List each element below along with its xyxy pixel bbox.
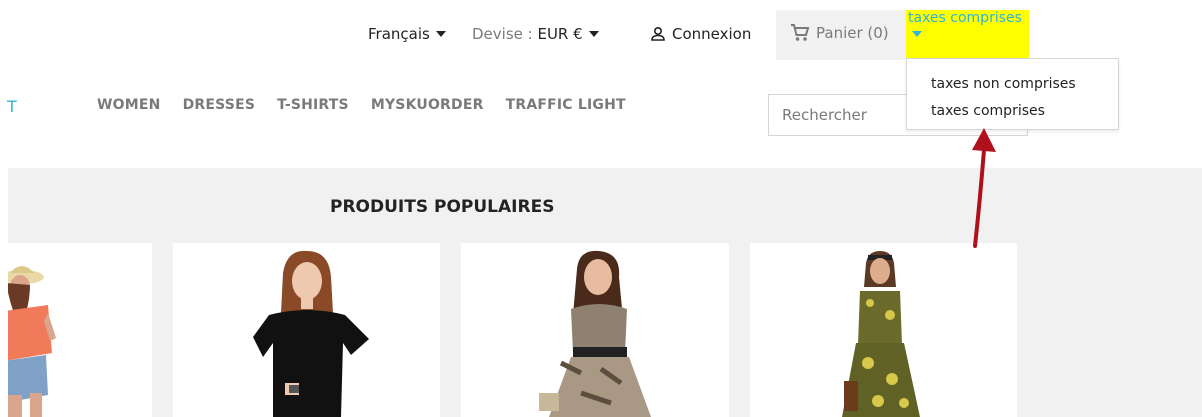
menu-item-traffic-light[interactable]: TRAFFIC LIGHT [506, 97, 626, 113]
product-card[interactable] [8, 243, 152, 417]
chevron-down-icon [435, 30, 446, 37]
tax-selected-label: taxes comprises [908, 10, 1022, 26]
menu-item-women[interactable]: WOMEN [97, 97, 161, 113]
login-link[interactable]: Connexion [650, 25, 751, 43]
tax-selector[interactable]: taxes comprises [906, 10, 1029, 58]
section-title: PRODUITS POPULAIRES [330, 197, 555, 217]
menu-item-myskuorder[interactable]: MYSKUORDER [371, 97, 484, 113]
language-label: Français [368, 25, 430, 43]
cart-label: Panier (0) [816, 24, 889, 42]
currency-selector[interactable]: Devise : EUR € [472, 25, 599, 43]
main-menu: WOMEN DRESSES T-SHIRTS MYSKUORDER TRAFFI… [97, 97, 626, 113]
product-image[interactable] [750, 243, 1017, 417]
tax-option-excluded[interactable]: taxes non comprises [907, 71, 1118, 98]
cart-icon [791, 24, 810, 41]
chevron-down-icon [912, 31, 922, 37]
user-icon [651, 26, 665, 41]
language-selector[interactable]: Français [368, 25, 446, 43]
menu-item-dresses[interactable]: DRESSES [183, 97, 256, 113]
logo[interactable]: T [7, 97, 17, 116]
currency-label: Devise : [472, 25, 538, 43]
chevron-down-icon [588, 30, 599, 37]
product-image[interactable] [461, 243, 729, 417]
login-label: Connexion [672, 25, 752, 43]
tax-dropdown-menu: taxes non comprises taxes comprises [906, 58, 1119, 130]
cart-button[interactable]: Panier (0) [776, 10, 907, 60]
tax-option-included[interactable]: taxes comprises [907, 98, 1118, 125]
menu-item-t-shirts[interactable]: T-SHIRTS [277, 97, 349, 113]
header-top-bar: Français Devise : EUR € Connexion Panier… [0, 0, 1202, 60]
currency-value: EUR € [537, 25, 583, 43]
product-image[interactable] [173, 243, 440, 417]
product-card[interactable] [173, 243, 440, 417]
product-card[interactable] [461, 243, 729, 417]
product-card[interactable] [750, 243, 1017, 417]
product-image[interactable] [8, 243, 152, 417]
